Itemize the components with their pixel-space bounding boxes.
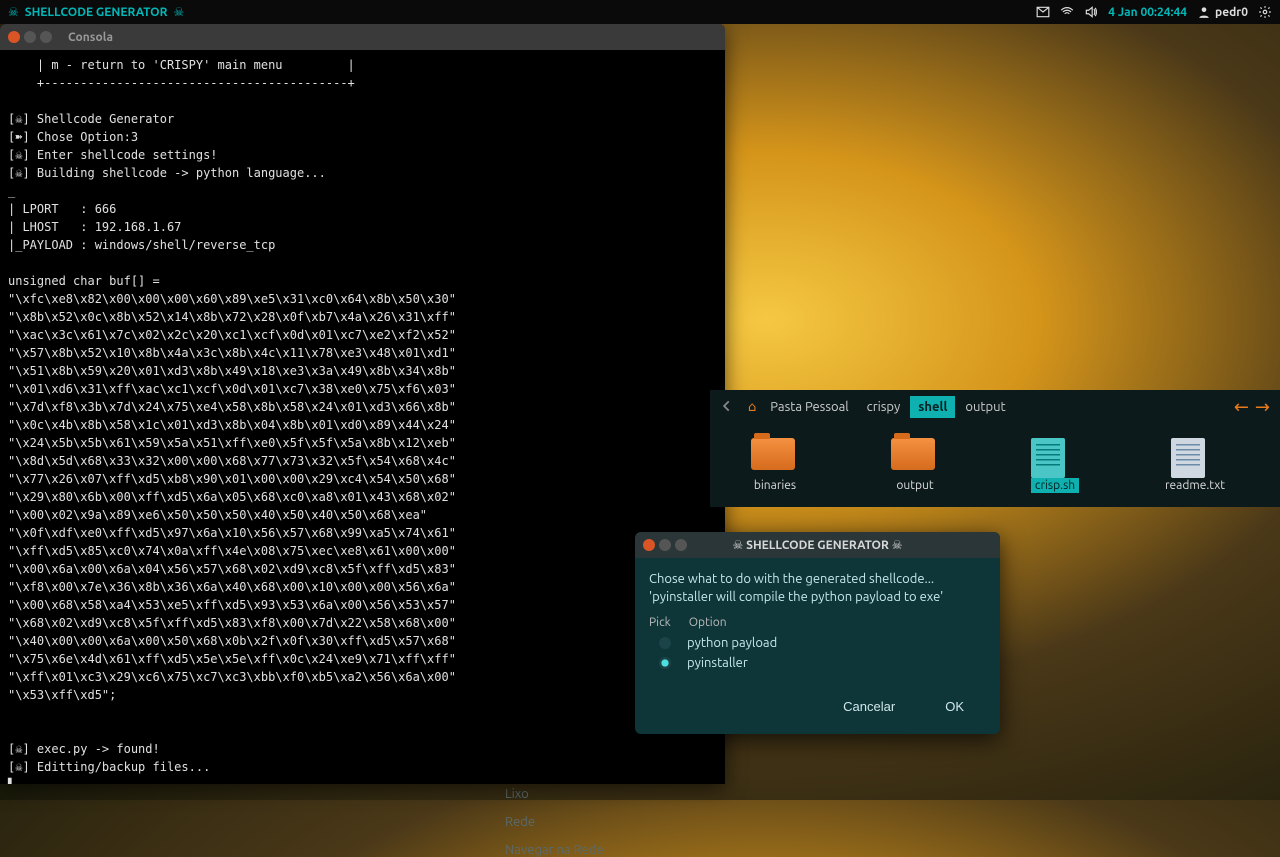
breadcrumb-item[interactable]: Pasta Pessoal [762, 396, 856, 418]
terminal-titlebar[interactable]: Consola [0, 24, 725, 50]
file-label: output [892, 478, 937, 493]
app-title: ☠ SHELLCODE GENERATOR ☠ [8, 5, 184, 19]
breadcrumb: Pasta Pessoalcrispyshelloutput [762, 396, 1013, 418]
dialog-option-row[interactable]: python payload [649, 633, 986, 653]
dialog-option-row[interactable]: pyinstaller [649, 653, 986, 673]
maximize-icon[interactable] [675, 539, 687, 551]
terminal-content[interactable]: | m - return to 'CRISPY' main menu | +--… [0, 50, 725, 784]
terminal-window: Consola | m - return to 'CRISPY' main me… [0, 24, 725, 784]
gear-icon[interactable] [1258, 5, 1272, 19]
radio-icon[interactable] [659, 637, 671, 649]
dialog-title: ☠ SHELLCODE GENERATOR ☠ [733, 538, 903, 552]
sidebar-ghost-item: Rede [505, 815, 604, 829]
minimize-icon[interactable] [659, 539, 671, 551]
script-file-icon [1031, 438, 1079, 474]
file-label: readme.txt [1161, 478, 1229, 493]
volume-icon[interactable] [1084, 5, 1098, 19]
terminal-title: Consola [68, 31, 113, 44]
file-label: binaries [750, 478, 800, 493]
folder-icon [751, 438, 799, 474]
home-icon[interactable]: ⌂ [748, 400, 756, 415]
fm-toolbar: ⌂ Pasta Pessoalcrispyshelloutput ← → [710, 390, 1280, 424]
file-label: crisp.sh [1031, 478, 1079, 493]
user-menu[interactable]: pedr0 [1197, 5, 1248, 19]
breadcrumb-item[interactable]: shell [910, 396, 955, 418]
text-file-icon [1171, 438, 1219, 474]
option-label: pyinstaller [687, 656, 748, 670]
sidebar-ghost-item: Lixo [505, 787, 604, 801]
wifi-icon[interactable] [1060, 5, 1074, 19]
clock[interactable]: 4 Jan 00:24:44 [1108, 6, 1187, 19]
cancel-button[interactable]: Cancelar [829, 693, 909, 720]
dialog-message: Chose what to do with the generated shel… [649, 570, 986, 606]
dialog-table-header: Pick Option [649, 616, 986, 633]
radio-icon[interactable] [659, 657, 671, 669]
nav-back-arrow-icon[interactable]: ← [1234, 397, 1249, 418]
nav-fwd-arrow-icon[interactable]: → [1255, 397, 1270, 418]
maximize-icon[interactable] [40, 31, 52, 43]
folder-icon [891, 438, 939, 474]
ok-button[interactable]: OK [931, 693, 978, 720]
skull-icon: ☠ [8, 5, 19, 19]
minimize-icon[interactable] [24, 31, 36, 43]
skull-icon: ☠ [174, 5, 185, 19]
close-icon[interactable] [643, 539, 655, 551]
file-item[interactable]: readme.txt [1160, 438, 1230, 493]
mail-icon[interactable] [1036, 5, 1050, 19]
folder-item[interactable]: output [880, 438, 950, 493]
dialog-titlebar[interactable]: ☠ SHELLCODE GENERATOR ☠ [635, 532, 1000, 558]
option-label: python payload [687, 636, 777, 650]
file-item[interactable]: crisp.sh [1020, 438, 1090, 493]
shellcode-dialog: ☠ SHELLCODE GENERATOR ☠ Chose what to do… [635, 532, 1000, 734]
fm-icon-grid[interactable]: binaries output crisp.sh readme.txt [710, 424, 1280, 507]
close-icon[interactable] [8, 31, 20, 43]
folder-item[interactable]: binaries [740, 438, 810, 493]
breadcrumb-item[interactable]: crispy [859, 396, 909, 418]
nav-back-icon[interactable] [720, 399, 734, 416]
sidebar-ghost-item: Navegar na Rede [505, 843, 604, 857]
breadcrumb-item[interactable]: output [957, 396, 1013, 418]
